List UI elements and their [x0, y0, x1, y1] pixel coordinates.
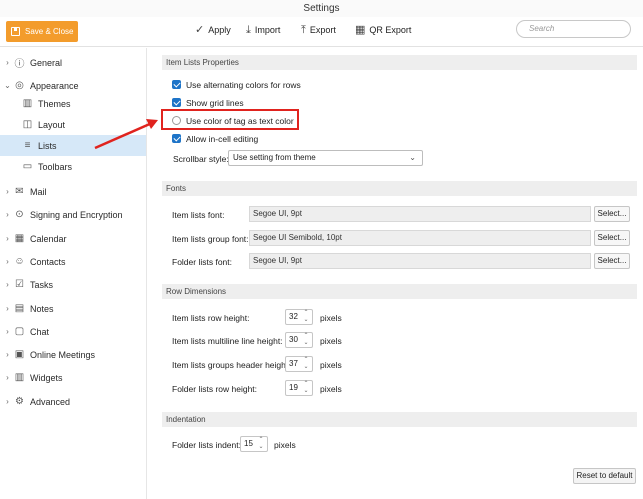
annotation-arrow-icon: [94, 119, 158, 150]
